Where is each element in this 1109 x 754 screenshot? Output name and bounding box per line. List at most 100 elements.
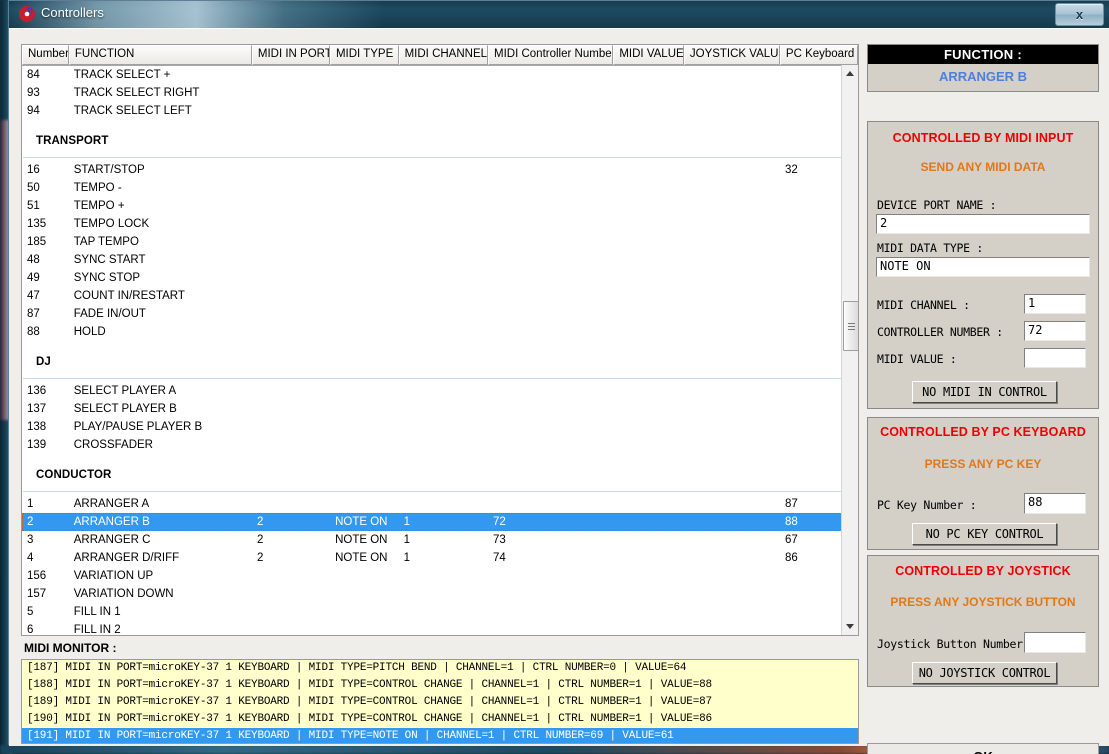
no-pc-key-control-button[interactable]: NO PC KEY CONTROL: [912, 523, 1057, 545]
scroll-up-arrow-icon[interactable]: [842, 65, 858, 82]
table-row[interactable]: 136 SELECT PLAYER A: [22, 382, 858, 400]
table-group-divider: [23, 378, 857, 379]
joystick-panel: CONTROLLED BY JOYSTICK PRESS ANY JOYSTIC…: [867, 555, 1099, 687]
midi-monitor-log[interactable]: [187] MIDI IN PORT=microKEY-37 1 KEYBOAR…: [21, 659, 859, 744]
midi-value-input[interactable]: [1024, 348, 1086, 368]
table-cell-function: FADE IN/OUT: [73, 308, 146, 320]
controllers-table[interactable]: Number FUNCTION MIDI IN PORT MIDI TYPE MIDI …: [21, 44, 859, 636]
table-cell-function: SYNC START: [73, 254, 146, 266]
table-row[interactable]: 156 VARIATION UP: [22, 567, 858, 585]
midi-input-subtitle: SEND ANY MIDI DATA: [920, 160, 1046, 174]
device-port-input[interactable]: 2: [876, 214, 1090, 234]
table-row[interactable]: 2 ARRANGER B 2 NOTE ON 1 72 88: [22, 513, 858, 531]
controllers-window: Controllers x Number FUNCTION MIDI IN PORT…: [8, 0, 1109, 754]
table-row[interactable]: 137 SELECT PLAYER B: [22, 400, 858, 418]
midi-data-type-input[interactable]: NOTE ON: [876, 257, 1090, 277]
table-cell-function: TRACK SELECT RIGHT: [73, 87, 200, 99]
table-row[interactable]: 48 SYNC START: [22, 251, 858, 269]
table-cell-type: NOTE ON: [335, 552, 388, 564]
table-row[interactable]: 6 FILL IN 2: [22, 621, 858, 635]
table-spacer: [22, 454, 858, 463]
dialog-client-area: Number FUNCTION MIDI IN PORT MIDI TYPE MIDI …: [9, 28, 1109, 754]
table-cell-function: VARIATION UP: [73, 570, 154, 582]
table-row[interactable]: 87 FADE IN/OUT: [22, 305, 858, 323]
midi-monitor-line[interactable]: [191] MIDI IN PORT=microKEY-37 1 KEYBOAR…: [22, 728, 858, 743]
table-cell-function: TRACK SELECT LEFT: [73, 105, 192, 117]
table-row[interactable]: 93 TRACK SELECT RIGHT: [22, 84, 858, 102]
device-port-label: DEVICE PORT NAME :: [877, 198, 997, 212]
table-row[interactable]: 51 TEMPO +: [22, 197, 858, 215]
table-row[interactable]: 88 HOLD: [22, 323, 858, 341]
no-midi-in-control-button[interactable]: NO MIDI IN CONTROL: [912, 381, 1057, 403]
title-bar-gloss: [9, 1, 1109, 28]
column-header-joystick-value[interactable]: JOYSTICK VALUE: [683, 45, 780, 65]
column-header-midi-value[interactable]: MIDI VALUE: [613, 45, 684, 65]
table-cell-function: SYNC STOP: [73, 272, 140, 284]
joystick-button-number-input[interactable]: [1024, 632, 1086, 653]
table-row[interactable]: 4 ARRANGER D/RIFF 2 NOTE ON 1 74 86: [22, 549, 858, 567]
table-group-divider: [23, 157, 857, 158]
column-header-pc-keyboard[interactable]: PC Keyboard: [779, 45, 858, 65]
controller-number-input[interactable]: 72: [1024, 321, 1086, 341]
function-value: ARRANGER B: [938, 69, 1028, 84]
table-row[interactable]: 84 TRACK SELECT +: [22, 66, 858, 84]
ok-button[interactable]: OK: [867, 743, 1099, 754]
table-row[interactable]: 5 FILL IN 1: [22, 603, 858, 621]
table-row[interactable]: 49 SYNC STOP: [22, 269, 858, 287]
table-cell-number: 2: [27, 516, 34, 528]
table-cell-number: 94: [27, 105, 40, 117]
midi-monitor-line[interactable]: [189] MIDI IN PORT=microKEY-37 1 KEYBOAR…: [22, 694, 858, 711]
table-cell-number: 4: [27, 552, 34, 564]
table-row[interactable]: 50 TEMPO -: [22, 179, 858, 197]
table-cell-function: FILL IN 1: [73, 606, 121, 618]
table-vertical-scrollbar[interactable]: [841, 65, 858, 635]
table-cell-number: 185: [27, 236, 47, 248]
table-row[interactable]: 135 TEMPO LOCK: [22, 215, 858, 233]
table-cell-number: 1: [27, 498, 34, 510]
column-header-function[interactable]: FUNCTION: [68, 45, 252, 65]
table-cell-type: NOTE ON: [335, 516, 388, 528]
column-header-midi-channel[interactable]: MIDI CHANNEL: [398, 45, 489, 65]
table-row[interactable]: 47 COUNT IN/RESTART: [22, 287, 858, 305]
scrollbar-thumb[interactable]: [843, 301, 858, 351]
midi-monitor-line[interactable]: [187] MIDI IN PORT=microKEY-37 1 KEYBOAR…: [22, 660, 858, 677]
joystick-button-number-label: Joystick Button Number :: [877, 637, 1036, 651]
table-row[interactable]: 138 PLAY/PAUSE PLAYER B: [22, 418, 858, 436]
table-row[interactable]: 185 TAP TEMPO: [22, 233, 858, 251]
table-cell-number: 93: [27, 87, 40, 99]
pc-key-number-input[interactable]: 88: [1024, 493, 1086, 514]
table-row[interactable]: 157 VARIATION DOWN: [22, 585, 858, 603]
column-header-midi-controller-number[interactable]: MIDI Controller Number: [488, 45, 614, 65]
close-button[interactable]: x: [1055, 3, 1104, 26]
table-spacer: [22, 120, 858, 129]
table-row[interactable]: 1 ARRANGER A 87: [22, 495, 858, 513]
table-row[interactable]: 139 CROSSFADER: [22, 436, 858, 454]
joystick-title: CONTROLLED BY JOYSTICK: [895, 564, 1071, 578]
column-header-midi-type[interactable]: MIDI TYPE: [329, 45, 399, 65]
midi-monitor-line[interactable]: [190] MIDI IN PORT=microKEY-37 1 KEYBOAR…: [22, 711, 858, 728]
midi-channel-input[interactable]: 1: [1024, 294, 1086, 314]
no-joystick-control-button[interactable]: NO JOYSTICK CONTROL: [912, 662, 1057, 684]
table-cell-function: ARRANGER C: [73, 534, 151, 546]
column-header-number[interactable]: Number: [22, 45, 69, 65]
midi-channel-label: MIDI CHANNEL :: [877, 298, 970, 312]
table-cell-function: COUNT IN/RESTART: [73, 290, 185, 302]
table-cell-number: 88: [27, 326, 40, 338]
table-group-label: CONDUCTOR: [36, 469, 112, 481]
table-row[interactable]: 94 TRACK SELECT LEFT: [22, 102, 858, 120]
table-cell-function: CROSSFADER: [73, 439, 153, 451]
screen: Split : Ch3 Patch Ind : "VOCAL 6" [2-0-4…: [0, 0, 1109, 754]
function-title: FUNCTION :: [868, 45, 1098, 64]
table-row[interactable]: 3 ARRANGER C 2 NOTE ON 1 73 67: [22, 531, 858, 549]
table-cell-function: TEMPO -: [73, 182, 122, 194]
table-cell-port: 2: [257, 534, 264, 546]
table-cell-number: 47: [27, 290, 40, 302]
table-row[interactable]: 16 START/STOP 32: [22, 161, 858, 179]
table-body[interactable]: 84 TRACK SELECT + 93 TRACK SELECT RIGHT 94 TR…: [22, 66, 858, 635]
scroll-down-arrow-icon[interactable]: [842, 618, 858, 635]
midi-monitor-line[interactable]: [188] MIDI IN PORT=microKEY-37 1 KEYBOAR…: [22, 677, 858, 694]
table-cell-number: 137: [27, 403, 47, 415]
table-cell-number: 138: [27, 421, 47, 433]
column-header-midi-in-port[interactable]: MIDI IN PORT: [251, 45, 330, 65]
table-cell-ctrl: 72: [493, 516, 506, 528]
